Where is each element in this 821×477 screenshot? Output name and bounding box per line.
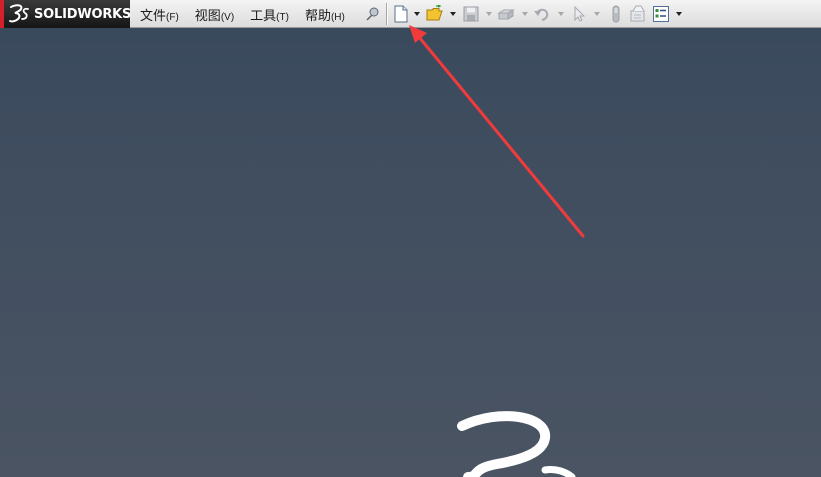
graphics-area [0, 28, 821, 477]
menu-tools-accel: (T) [276, 11, 289, 23]
ds-watermark-icon [457, 411, 576, 477]
print-icon[interactable] [497, 5, 515, 23]
menu-tools[interactable]: 工具(T) [250, 5, 289, 24]
rebuild-icon[interactable] [607, 5, 625, 23]
options-dropdown[interactable] [676, 12, 682, 16]
ds-logo-icon [9, 4, 29, 23]
menu-tools-label: 工具 [250, 7, 277, 23]
new-document-icon[interactable] [392, 5, 410, 23]
open-dropdown[interactable] [450, 12, 456, 16]
pin-icon[interactable] [364, 6, 380, 22]
undo-dropdown[interactable] [558, 12, 564, 16]
options-icon[interactable] [652, 5, 670, 23]
save-icon[interactable] [462, 5, 480, 23]
brand-name: SOLIDWORKS [34, 7, 132, 22]
menu-help-accel: (H) [330, 11, 345, 23]
file-properties-icon[interactable] [629, 5, 647, 23]
menu-help[interactable]: 帮助(H) [305, 5, 345, 24]
menu-view-accel: (V) [220, 11, 235, 23]
menu-help-label: 帮助 [304, 7, 331, 23]
solidworks-window: SOLIDWORKS 文件(F) 视图(V) 工具(T) 帮助(H) [0, 0, 821, 477]
menu-file[interactable]: 文件(F) [140, 5, 179, 24]
new-document-dropdown[interactable] [414, 12, 420, 16]
menu-file-label: 文件 [140, 7, 167, 23]
save-dropdown[interactable] [486, 12, 492, 16]
print-dropdown[interactable] [522, 12, 528, 16]
open-folder-icon[interactable] [426, 5, 444, 23]
select-dropdown[interactable] [594, 12, 600, 16]
toolbar-separator [386, 3, 388, 25]
solidworks-logo[interactable]: SOLIDWORKS [0, 0, 132, 28]
menu-view-label: 视图 [194, 7, 221, 23]
menu-bar: 文件(F) 视图(V) 工具(T) 帮助(H) [140, 0, 361, 28]
menu-file-accel: (F) [166, 11, 179, 23]
menu-view[interactable]: 视图(V) [195, 5, 234, 24]
select-arrow-icon[interactable] [570, 5, 588, 23]
title-menu-bar: SOLIDWORKS 文件(F) 视图(V) 工具(T) 帮助(H) [0, 0, 821, 28]
logo-red-stripe [0, 0, 4, 28]
undo-icon[interactable] [533, 5, 551, 23]
